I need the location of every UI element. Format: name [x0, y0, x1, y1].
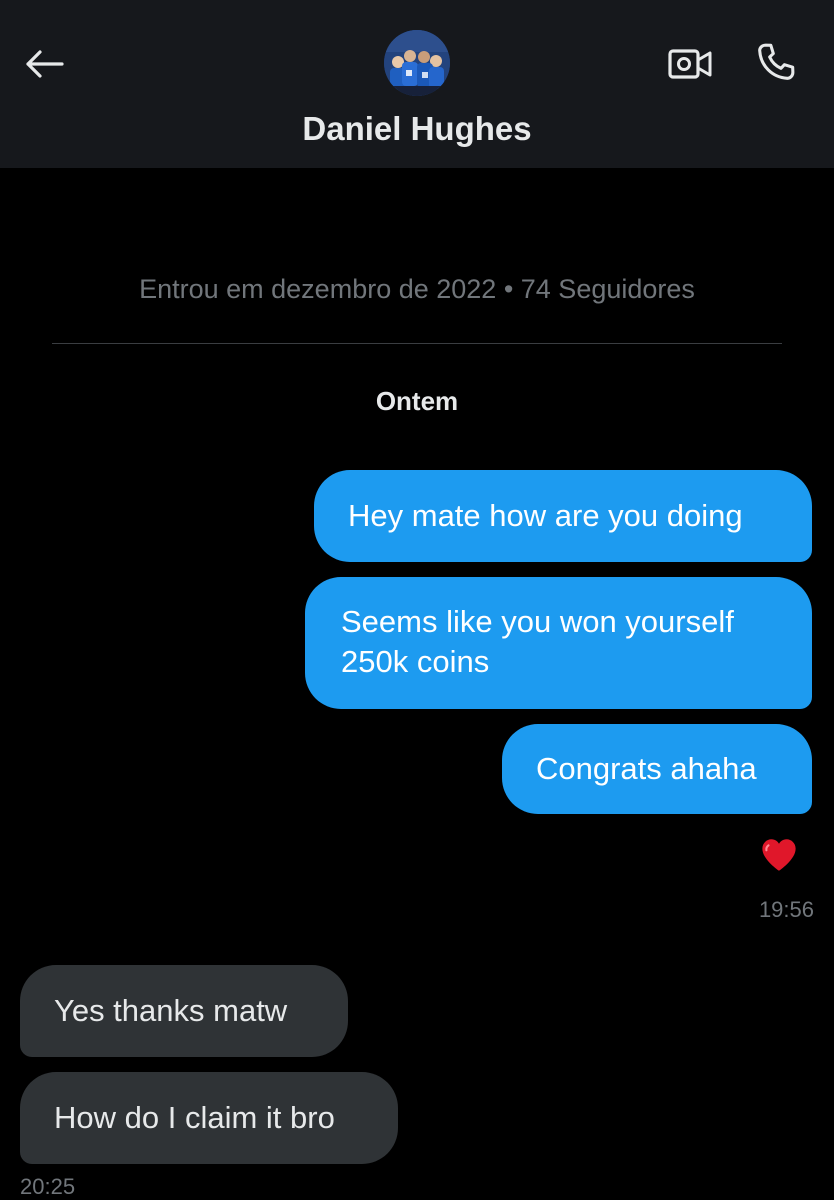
message-text: Yes thanks matw — [54, 993, 288, 1028]
back-button[interactable] — [20, 40, 68, 88]
video-camera-icon — [668, 49, 712, 79]
message-text: How do I claim it bro — [54, 1100, 335, 1135]
video-call-button[interactable] — [662, 40, 718, 88]
message-bubble-sent[interactable]: Seems like you won yourself 250k coins — [305, 577, 812, 709]
heart-reaction-icon[interactable] — [758, 834, 800, 876]
message-bubble-sent[interactable]: Congrats ahaha — [502, 724, 812, 814]
voice-call-button[interactable] — [748, 36, 804, 88]
divider — [52, 343, 782, 344]
avatar[interactable] — [384, 30, 450, 96]
message-text: Congrats ahaha — [536, 751, 757, 786]
message-timestamp: 19:56 — [758, 897, 814, 922]
message-bubble-received[interactable]: How do I claim it bro — [20, 1072, 398, 1164]
message-text: Seems like you won yourself 250k coins — [341, 604, 734, 679]
message-bubble-sent[interactable]: Hey mate how are you doing — [314, 470, 812, 562]
profile-join-followers: Entrou em dezembro de 2022 • 74 Seguidor… — [139, 274, 695, 304]
phone-icon — [758, 43, 795, 80]
message-timestamp: 20:25 — [20, 1174, 76, 1199]
arrow-left-icon — [26, 50, 64, 78]
message-text: Hey mate how are you doing — [348, 498, 743, 533]
date-separator: Ontem — [375, 386, 459, 416]
conversation-header: Daniel Hughes — [0, 0, 834, 168]
message-bubble-received[interactable]: Yes thanks matw — [20, 965, 348, 1057]
contact-name[interactable]: Daniel Hughes — [0, 110, 834, 148]
